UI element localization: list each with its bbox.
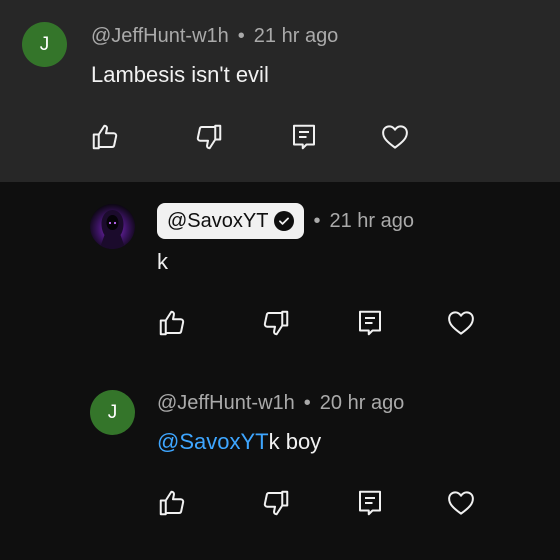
- avatar-letter: J: [107, 401, 118, 423]
- reply-comment: J @JeffHunt-w1h • 20 hr ago @SavoxYTk bo…: [0, 368, 560, 560]
- avatar[interactable]: [90, 204, 135, 249]
- reply-icon: [355, 308, 385, 338]
- mention-link[interactable]: @SavoxYT: [157, 429, 269, 454]
- comment-thread-top: J @JeffHunt-w1h • 21 hr ago Lambesis isn…: [0, 0, 560, 182]
- comment-time[interactable]: 21 hr ago: [329, 210, 414, 233]
- comment-time[interactable]: 20 hr ago: [320, 392, 405, 415]
- reply-button[interactable]: [353, 306, 387, 340]
- dislike-button[interactable]: [192, 120, 226, 154]
- verified-check-icon: [274, 211, 295, 231]
- avatar[interactable]: J: [22, 22, 67, 67]
- reply-icon: [289, 122, 319, 152]
- comment-time[interactable]: 21 hr ago: [254, 25, 339, 48]
- like-button[interactable]: [88, 120, 122, 154]
- avatar[interactable]: J: [90, 390, 135, 435]
- heart-button[interactable]: [378, 120, 412, 154]
- hooded-figure-avatar-icon: [90, 204, 135, 249]
- comment-actions: [0, 120, 560, 160]
- heart-icon: [446, 488, 476, 518]
- avatar-letter: J: [39, 33, 50, 55]
- like-button[interactable]: [155, 306, 189, 340]
- like-icon: [157, 308, 187, 338]
- dislike-button[interactable]: [259, 486, 293, 520]
- heart-button[interactable]: [444, 486, 478, 520]
- like-icon: [90, 122, 120, 152]
- dislike-icon: [261, 308, 291, 338]
- comment-actions: [0, 486, 560, 526]
- like-button[interactable]: [155, 486, 189, 520]
- comment-meta: @SavoxYT • 21 hr ago: [157, 203, 414, 239]
- comment-meta: @JeffHunt-w1h • 21 hr ago: [91, 25, 338, 48]
- comment-text: @SavoxYTk boy: [157, 429, 321, 455]
- heart-icon: [446, 308, 476, 338]
- comment-author: @SavoxYT: [167, 209, 269, 232]
- separator: •: [237, 25, 245, 47]
- dislike-button[interactable]: [259, 306, 293, 340]
- separator: •: [313, 209, 321, 232]
- comment-author[interactable]: @JeffHunt-w1h: [157, 392, 295, 415]
- comment-author[interactable]: @JeffHunt-w1h: [91, 25, 229, 48]
- dislike-icon: [261, 488, 291, 518]
- dislike-icon: [194, 122, 224, 152]
- comment-actions: [0, 306, 560, 346]
- heart-icon: [380, 122, 410, 152]
- reply-comment: @SavoxYT • 21 hr ago k: [0, 182, 560, 368]
- heart-button[interactable]: [444, 306, 478, 340]
- comment-text: Lambesis isn't evil: [91, 62, 269, 87]
- channel-owner-badge[interactable]: @SavoxYT: [157, 203, 305, 239]
- reply-icon: [355, 488, 385, 518]
- comment-text-body: k boy: [268, 429, 322, 454]
- comment-text: k: [157, 249, 168, 274]
- reply-button[interactable]: [353, 486, 387, 520]
- like-icon: [157, 488, 187, 518]
- reply-button[interactable]: [287, 120, 321, 154]
- separator: •: [303, 392, 311, 414]
- comment-meta: @JeffHunt-w1h • 20 hr ago: [157, 392, 404, 415]
